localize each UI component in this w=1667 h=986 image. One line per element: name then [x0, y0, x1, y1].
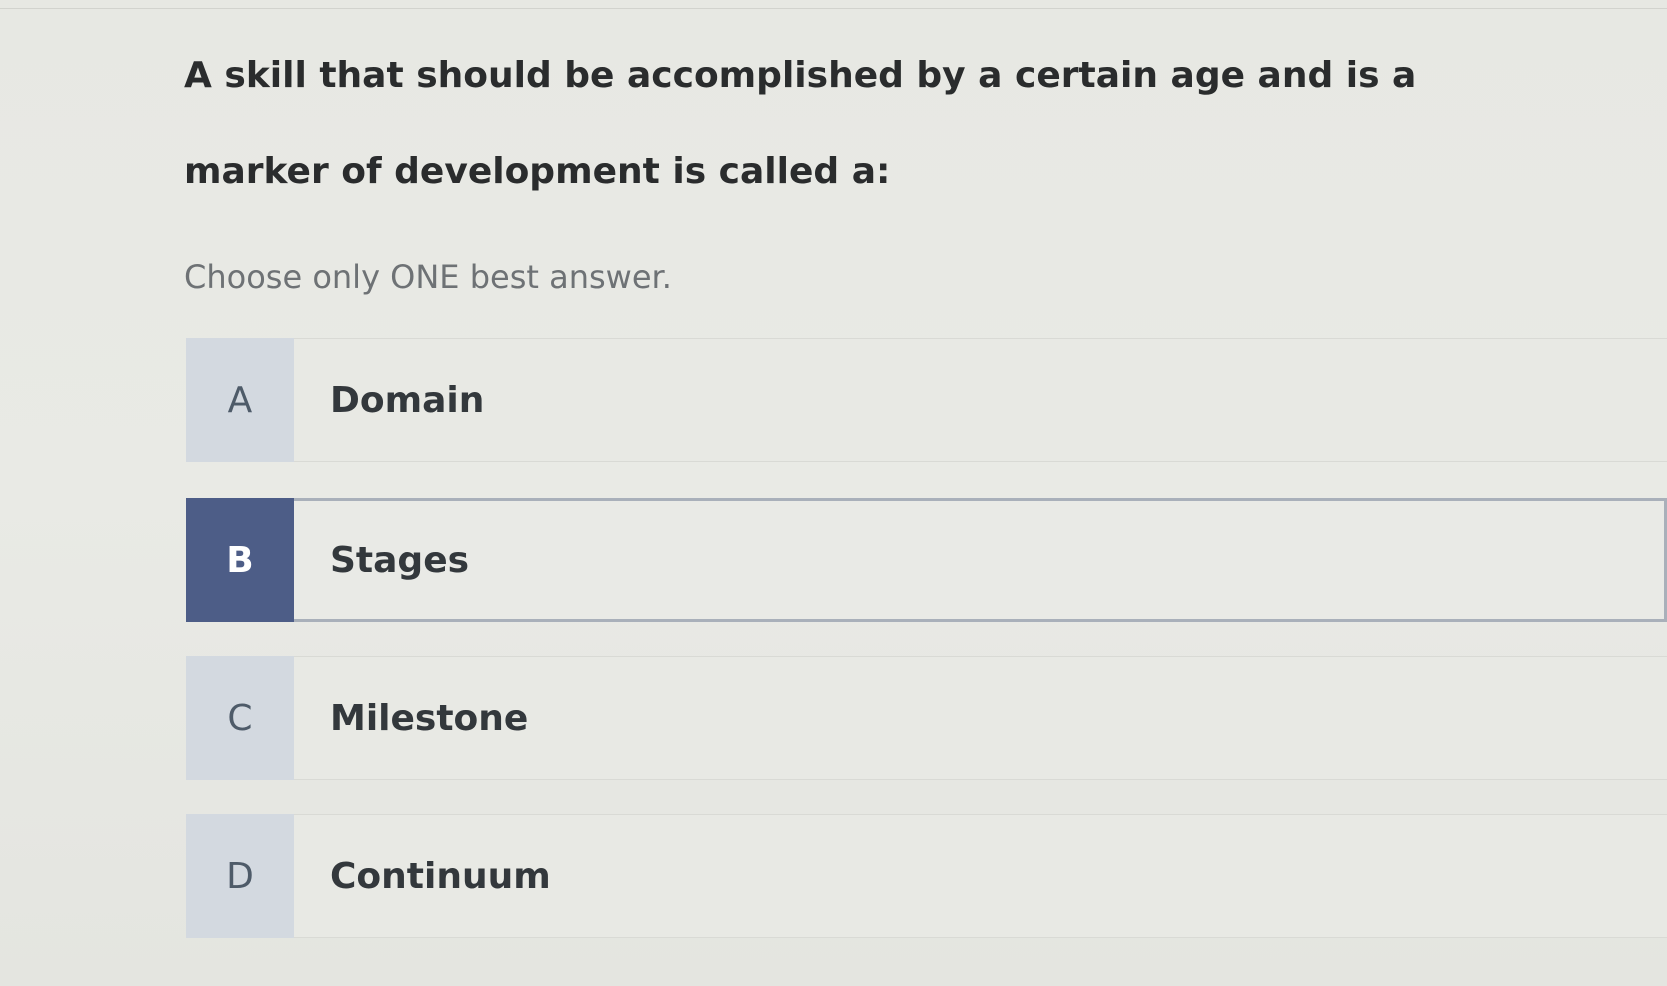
option-letter: C — [186, 656, 294, 780]
option-label: Stages — [294, 498, 1667, 622]
answer-option-b[interactable]: B Stages — [186, 498, 1667, 622]
answer-option-a[interactable]: A Domain — [186, 338, 1667, 462]
option-label: Domain — [294, 338, 1667, 462]
option-label: Milestone — [294, 656, 1667, 780]
option-letter: A — [186, 338, 294, 462]
option-letter: B — [186, 498, 294, 622]
option-letter: D — [186, 814, 294, 938]
answer-option-c[interactable]: C Milestone — [186, 656, 1667, 780]
option-label: Continuum — [294, 814, 1667, 938]
top-divider — [0, 8, 1667, 9]
answer-option-d[interactable]: D Continuum — [186, 814, 1667, 938]
answer-instruction: Choose only ONE best answer. — [184, 258, 672, 296]
question-text: A skill that should be accomplished by a… — [184, 55, 1417, 192]
